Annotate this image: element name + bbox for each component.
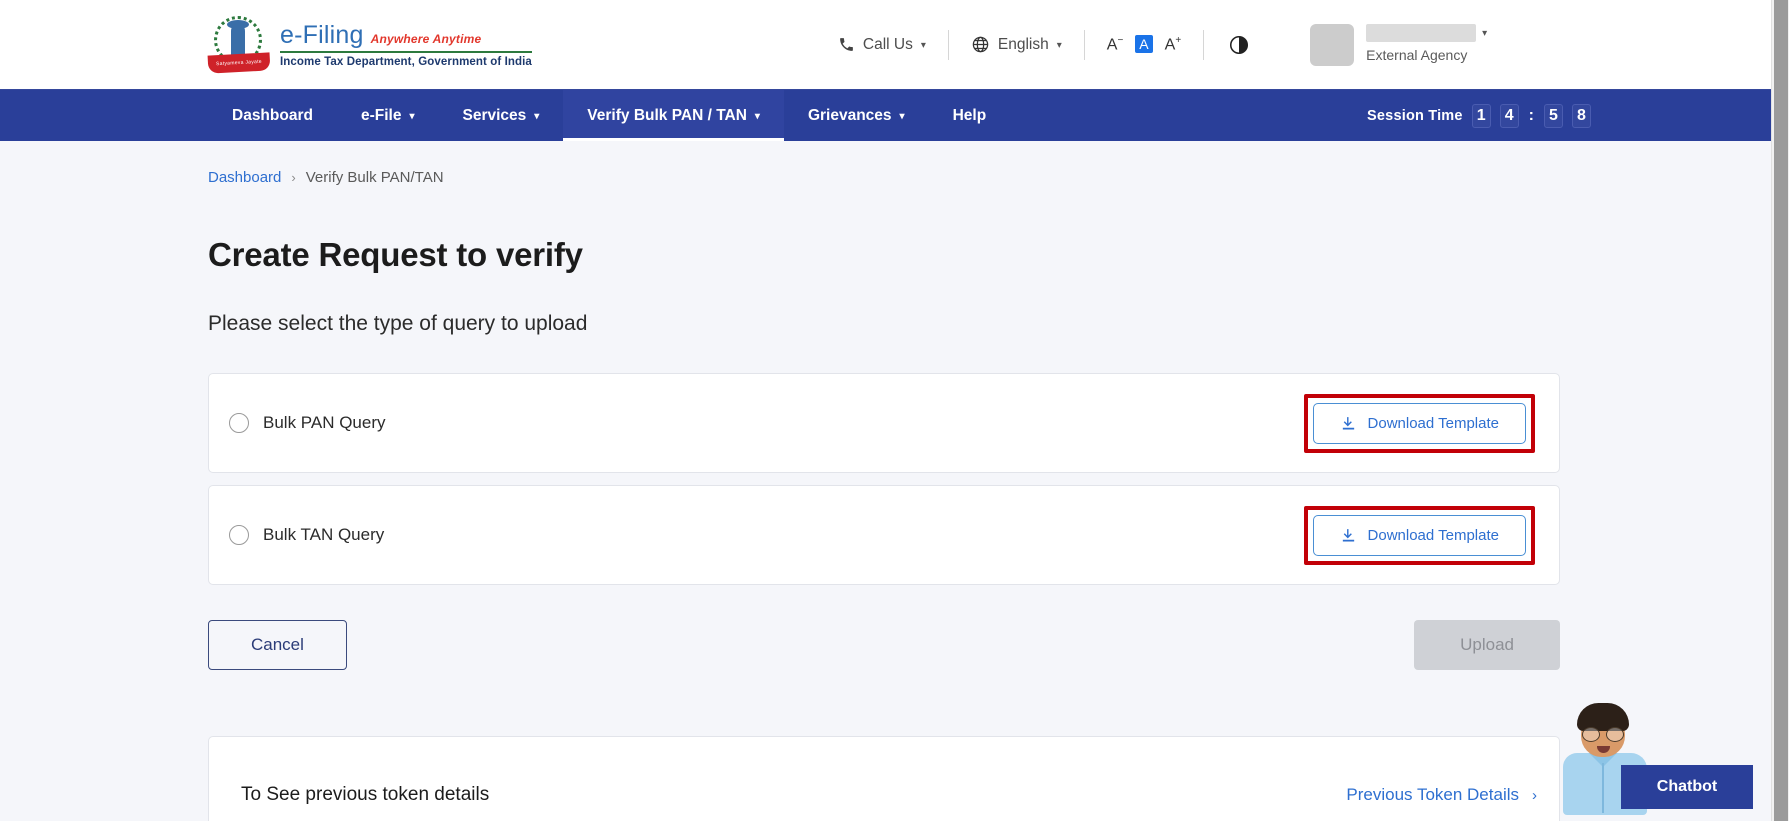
session-digit-2: 4: [1499, 103, 1519, 128]
scrollbar-thumb[interactable]: [1774, 0, 1788, 821]
chevron-down-icon: ▾: [899, 111, 905, 122]
language-menu[interactable]: English ▾: [949, 35, 1084, 54]
nav-label: Dashboard: [232, 106, 313, 124]
page-viewport: Satyameva Jayate e-Filing Anywhere Anyti…: [0, 0, 1771, 821]
brand-text: e-Filing Anywhere Anytime Income Tax Dep…: [280, 21, 532, 69]
previous-token-card: To See previous token details Previous T…: [208, 736, 1560, 821]
chatbot-button[interactable]: Chatbot: [1621, 765, 1753, 809]
nav-item-efile[interactable]: e-File ▾: [337, 90, 439, 141]
phone-icon: [838, 36, 855, 53]
call-us-label: Call Us: [862, 35, 913, 53]
download-template-button-pan[interactable]: Download Template: [1312, 402, 1526, 444]
call-us-menu[interactable]: Call Us ▾: [816, 36, 948, 54]
download-template-label: Download Template: [1367, 526, 1499, 544]
radio-option-bulk-pan[interactable]: Bulk PAN Query: [229, 413, 386, 433]
cancel-button[interactable]: Cancel: [208, 620, 347, 670]
previous-token-link-label: Previous Token Details: [1346, 785, 1519, 804]
breadcrumb-current: Verify Bulk PAN/TAN: [305, 169, 444, 186]
session-colon: :: [1528, 106, 1534, 124]
nav-label: e-File: [360, 106, 402, 124]
highlight-box-pan: Download Template: [1303, 393, 1535, 453]
india-emblem-icon: Satyameva Jayate: [207, 14, 271, 76]
session-digit-4: 8: [1572, 103, 1591, 128]
language-label: English: [997, 35, 1049, 53]
option-card-bulk-pan: Bulk PAN Query Download Template: [208, 373, 1560, 473]
chevron-down-icon: ▾: [1056, 40, 1062, 51]
radio-label: Bulk PAN Query: [263, 413, 386, 432]
globe-icon: [971, 35, 990, 54]
nav-items: Dashboard e-File ▾ Services ▾ Verify Bul…: [208, 90, 1010, 141]
user-meta: ▾ External Agency: [1366, 24, 1487, 65]
nav-item-dashboard[interactable]: Dashboard: [208, 90, 337, 141]
download-icon: [1340, 415, 1357, 432]
contrast-icon: [1228, 34, 1250, 56]
option-card-bulk-tan: Bulk TAN Query Download Template: [208, 485, 1560, 585]
brand-tagline: Anywhere Anytime: [370, 31, 482, 46]
chevron-down-icon: ▾: [754, 111, 760, 122]
nav-label: Services: [462, 106, 527, 124]
radio-option-bulk-tan[interactable]: Bulk TAN Query: [229, 525, 384, 545]
action-row: Cancel Upload: [208, 620, 1560, 670]
font-size-controls: A− A A+: [1085, 35, 1203, 54]
radio-button-icon[interactable]: [229, 525, 249, 545]
radio-label: Bulk TAN Query: [263, 525, 385, 544]
session-timer: Session Time 1 4 : 5 8: [1367, 103, 1591, 128]
user-profile[interactable]: ▾ External Agency: [1310, 23, 1487, 66]
user-name: [1366, 24, 1477, 43]
chevron-down-icon[interactable]: ▾: [1482, 27, 1487, 41]
nav-item-grievances[interactable]: Grievances ▾: [784, 90, 929, 141]
font-normal-button[interactable]: A: [1135, 35, 1153, 54]
user-role: External Agency: [1366, 47, 1468, 64]
chevron-down-icon: ▾: [534, 111, 540, 122]
upload-button[interactable]: Upload: [1414, 620, 1560, 670]
nav-item-verify-bulk-pan-tan[interactable]: Verify Bulk PAN / TAN ▾: [563, 90, 784, 141]
contrast-toggle-button[interactable]: [1204, 34, 1274, 56]
page-scrollbar[interactable]: [1771, 0, 1789, 821]
previous-token-text: To See previous token details: [241, 784, 490, 805]
nav-label: Verify Bulk PAN / TAN: [587, 106, 747, 124]
session-time-label: Session Time: [1367, 107, 1463, 124]
main-navigation: Dashboard e-File ▾ Services ▾ Verify Bul…: [0, 89, 1771, 141]
chatbot-widget[interactable]: Chatbot: [1553, 690, 1753, 821]
previous-token-details-link[interactable]: Previous Token Details ›: [1346, 785, 1537, 805]
emblem-motto: Satyameva Jayate: [215, 58, 263, 67]
nav-label: Help: [952, 106, 987, 124]
chevron-down-icon: ▾: [920, 40, 926, 51]
brand-title: e-Filing: [280, 20, 364, 49]
chevron-right-icon: ›: [1532, 786, 1537, 804]
highlight-box-tan: Download Template: [1303, 505, 1535, 565]
main-content: Dashboard › Verify Bulk PAN/TAN Create R…: [0, 141, 1771, 821]
page-subtitle: Please select the type of query to uploa…: [208, 312, 588, 335]
session-digit-1: 1: [1471, 103, 1491, 128]
download-template-button-tan[interactable]: Download Template: [1312, 514, 1526, 556]
breadcrumb-dashboard-link[interactable]: Dashboard: [208, 169, 281, 186]
session-digit-3: 5: [1544, 103, 1563, 128]
breadcrumb-separator: ›: [291, 170, 296, 185]
nav-label: Grievances: [807, 106, 892, 124]
brand-logo[interactable]: Satyameva Jayate e-Filing Anywhere Anyti…: [207, 14, 532, 76]
download-icon: [1340, 527, 1357, 544]
radio-button-icon[interactable]: [229, 413, 249, 433]
brand-department: Income Tax Department, Government of Ind…: [280, 55, 532, 68]
breadcrumb: Dashboard › Verify Bulk PAN/TAN: [208, 141, 1771, 186]
page-title: Create Request to verify: [208, 236, 583, 273]
top-header: Satyameva Jayate e-Filing Anywhere Anyti…: [0, 0, 1771, 89]
font-increase-button[interactable]: A+: [1165, 35, 1182, 54]
nav-item-services[interactable]: Services ▾: [438, 90, 563, 141]
download-template-label: Download Template: [1367, 414, 1499, 432]
font-decrease-button[interactable]: A−: [1107, 35, 1124, 54]
avatar: [1310, 23, 1355, 66]
nav-item-help[interactable]: Help: [929, 90, 1011, 141]
header-tools: Call Us ▾ English ▾ A− A A+ ▾ External A…: [816, 23, 1487, 66]
chevron-down-icon: ▾: [409, 111, 415, 122]
